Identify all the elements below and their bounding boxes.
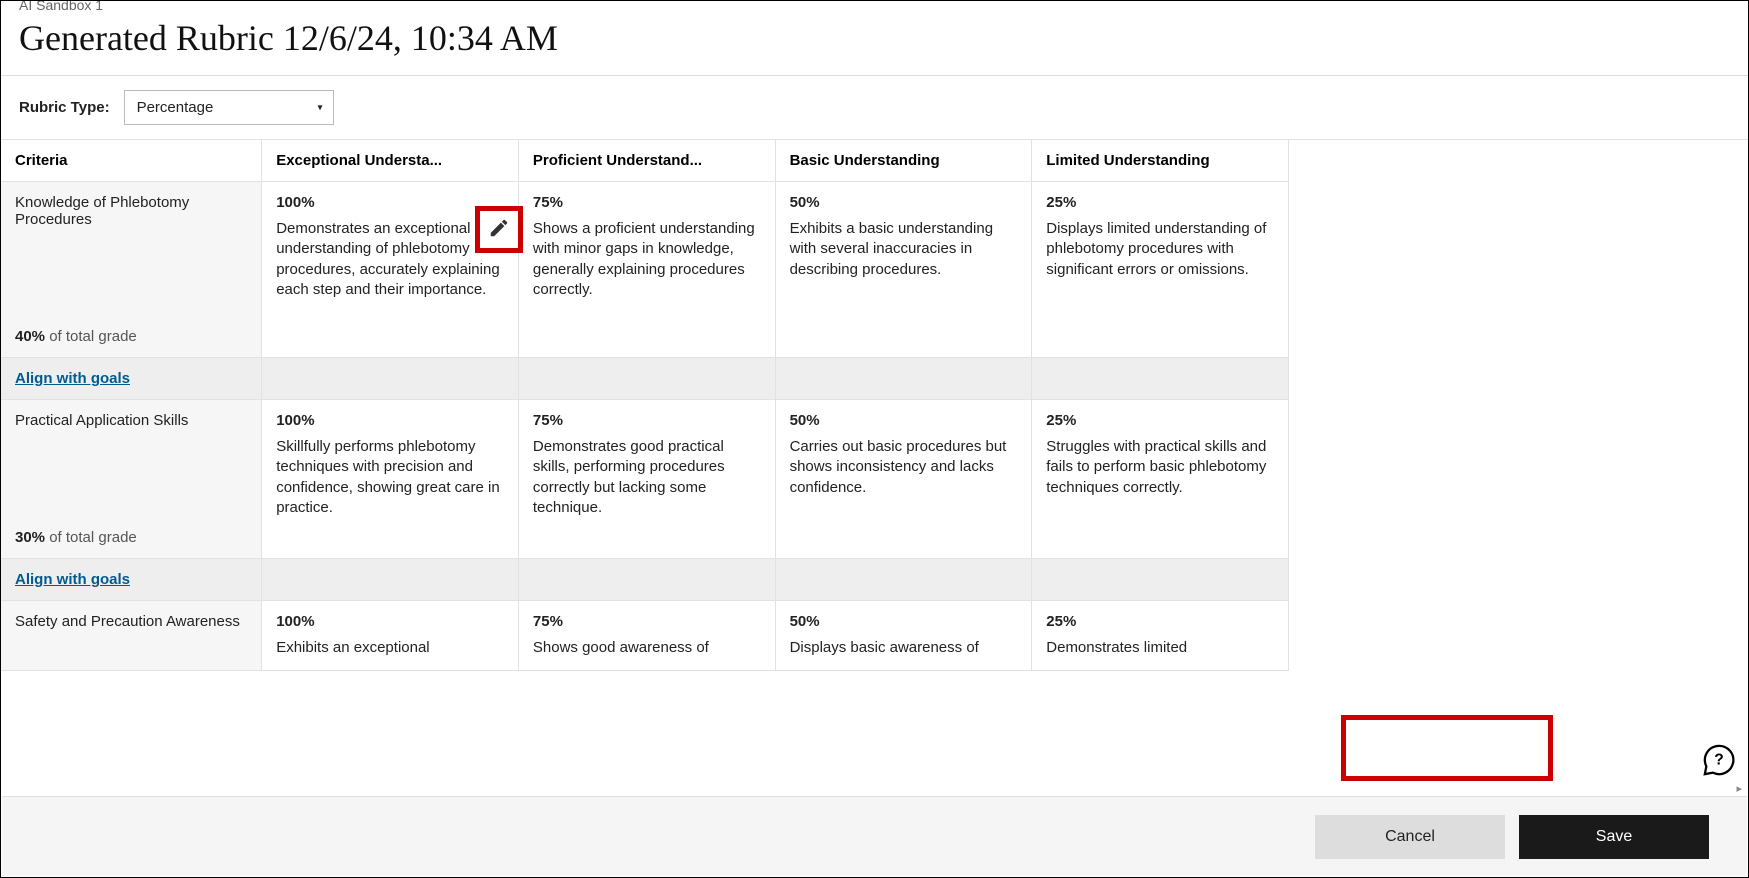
level-desc: Demonstrates limited [1046,638,1274,658]
rubric-type-bar: Rubric Type: Percentage ▾ [1,76,1748,140]
criterion-cell[interactable]: Knowledge of Phlebotomy Procedures 40% o… [1,182,262,358]
level-desc: Carries out basic procedures but shows i… [790,437,1018,498]
level-cell[interactable]: 75% Shows good awareness of [518,601,775,671]
rubric-table: Criteria Exceptional Understa... Profici… [1,140,1289,671]
page-header: AI Sandbox 1 Generated Rubric 12/6/24, 1… [1,0,1748,76]
level-desc: Shows good awareness of [533,638,761,658]
level-desc: Skillfully performs phlebotomy technique… [276,437,504,518]
level-pct: 50% [790,412,1018,429]
col-header-level-2[interactable]: Proficient Understand... [518,140,775,182]
criterion-name: Knowledge of Phlebotomy Procedures [15,194,247,228]
cancel-button[interactable]: Cancel [1315,815,1505,859]
rubric-grid-scroll[interactable]: Criteria Exceptional Understa... Profici… [1,140,1748,696]
criterion-name: Safety and Precaution Awareness [15,613,247,630]
criterion-weight-pct: 30% [15,529,45,546]
table-header-row: Criteria Exceptional Understa... Profici… [1,140,1289,182]
of-total-grade: of total grade [45,328,137,345]
rubric-type-select[interactable]: Percentage ▾ [124,90,334,125]
level-cell[interactable]: 75% Demonstrates good practical skills, … [518,400,775,559]
chevron-down-icon: ▾ [318,102,323,113]
level-pct: 75% [533,194,761,211]
rubric-type-label: Rubric Type: [19,99,110,116]
page-frame: AI Sandbox 1 Generated Rubric 12/6/24, 1… [0,0,1749,878]
level-pct: 25% [1046,412,1274,429]
level-pct: 25% [1046,194,1274,211]
align-with-goals-link[interactable]: Align with goals [15,571,130,588]
align-with-goals-link[interactable]: Align with goals [15,370,130,387]
criterion-weight: 40% of total grade [15,328,247,345]
criterion-row: Practical Application Skills 30% of tota… [1,400,1289,559]
level-cell[interactable]: 25% Displays limited understanding of ph… [1032,182,1289,358]
pencil-icon [488,217,510,239]
level-cell[interactable]: 50% Exhibits a basic understanding with … [775,182,1032,358]
level-desc: Shows a proficient understanding with mi… [533,219,761,300]
level-desc: Struggles with practical skills and fail… [1046,437,1274,498]
level-pct: 50% [790,194,1018,211]
level-cell[interactable]: 50% Carries out basic procedures but sho… [775,400,1032,559]
align-goals-cell: Align with goals [1,559,262,601]
edit-cell-button[interactable] [475,206,523,253]
level-pct: 100% [276,613,504,630]
level-cell[interactable]: 25% Demonstrates limited [1032,601,1289,671]
level-desc: Demonstrates an exceptional understandin… [276,219,504,300]
col-header-level-3[interactable]: Basic Understanding [775,140,1032,182]
save-button[interactable]: Save [1519,815,1709,859]
level-cell[interactable]: 100% Exhibits an exceptional [262,601,519,671]
criterion-row: Safety and Precaution Awareness 100% Exh… [1,601,1289,671]
breadcrumb[interactable]: AI Sandbox 1 [19,0,1730,13]
help-button[interactable]: ? [1702,743,1736,777]
save-button-highlight [1341,715,1553,781]
level-desc: Exhibits an exceptional [276,638,504,658]
align-goals-cell: Align with goals [1,358,262,400]
level-cell[interactable]: 25% Struggles with practical skills and … [1032,400,1289,559]
criterion-weight-pct: 40% [15,328,45,345]
scroll-right-icon: ▸ [1736,782,1742,795]
page-title: Generated Rubric 12/6/24, 10:34 AM [19,17,1730,59]
criterion-cell[interactable]: Practical Application Skills 30% of tota… [1,400,262,559]
of-total-grade: of total grade [45,529,137,546]
help-chat-icon: ? [1702,743,1736,777]
level-cell[interactable]: 100% Skillfully performs phlebotomy tech… [262,400,519,559]
level-cell[interactable]: 75% Shows a proficient understanding wit… [518,182,775,358]
svg-text:?: ? [1714,751,1724,768]
level-desc: Exhibits a basic understanding with seve… [790,219,1018,280]
criterion-name: Practical Application Skills [15,412,247,429]
level-desc: Displays basic awareness of [790,638,1018,658]
criterion-cell[interactable]: Safety and Precaution Awareness [1,601,262,671]
criterion-weight: 30% of total grade [15,529,247,546]
align-goals-row: Align with goals [1,358,1289,400]
col-header-level-4[interactable]: Limited Understanding [1032,140,1289,182]
level-pct: 75% [533,412,761,429]
rubric-type-value: Percentage [137,99,214,116]
col-header-level-1[interactable]: Exceptional Understa... [262,140,519,182]
level-pct: 100% [276,412,504,429]
level-pct: 50% [790,613,1018,630]
align-goals-row: Align with goals [1,559,1289,601]
level-pct: 100% [276,194,504,211]
col-header-criteria: Criteria [1,140,262,182]
level-cell[interactable]: 50% Displays basic awareness of [775,601,1032,671]
criterion-row: Knowledge of Phlebotomy Procedures 40% o… [1,182,1289,358]
level-desc: Demonstrates good practical skills, perf… [533,437,761,518]
level-desc: Displays limited understanding of phlebo… [1046,219,1274,280]
level-pct: 25% [1046,613,1274,630]
level-pct: 75% [533,613,761,630]
footer-bar: Cancel Save [2,796,1747,876]
